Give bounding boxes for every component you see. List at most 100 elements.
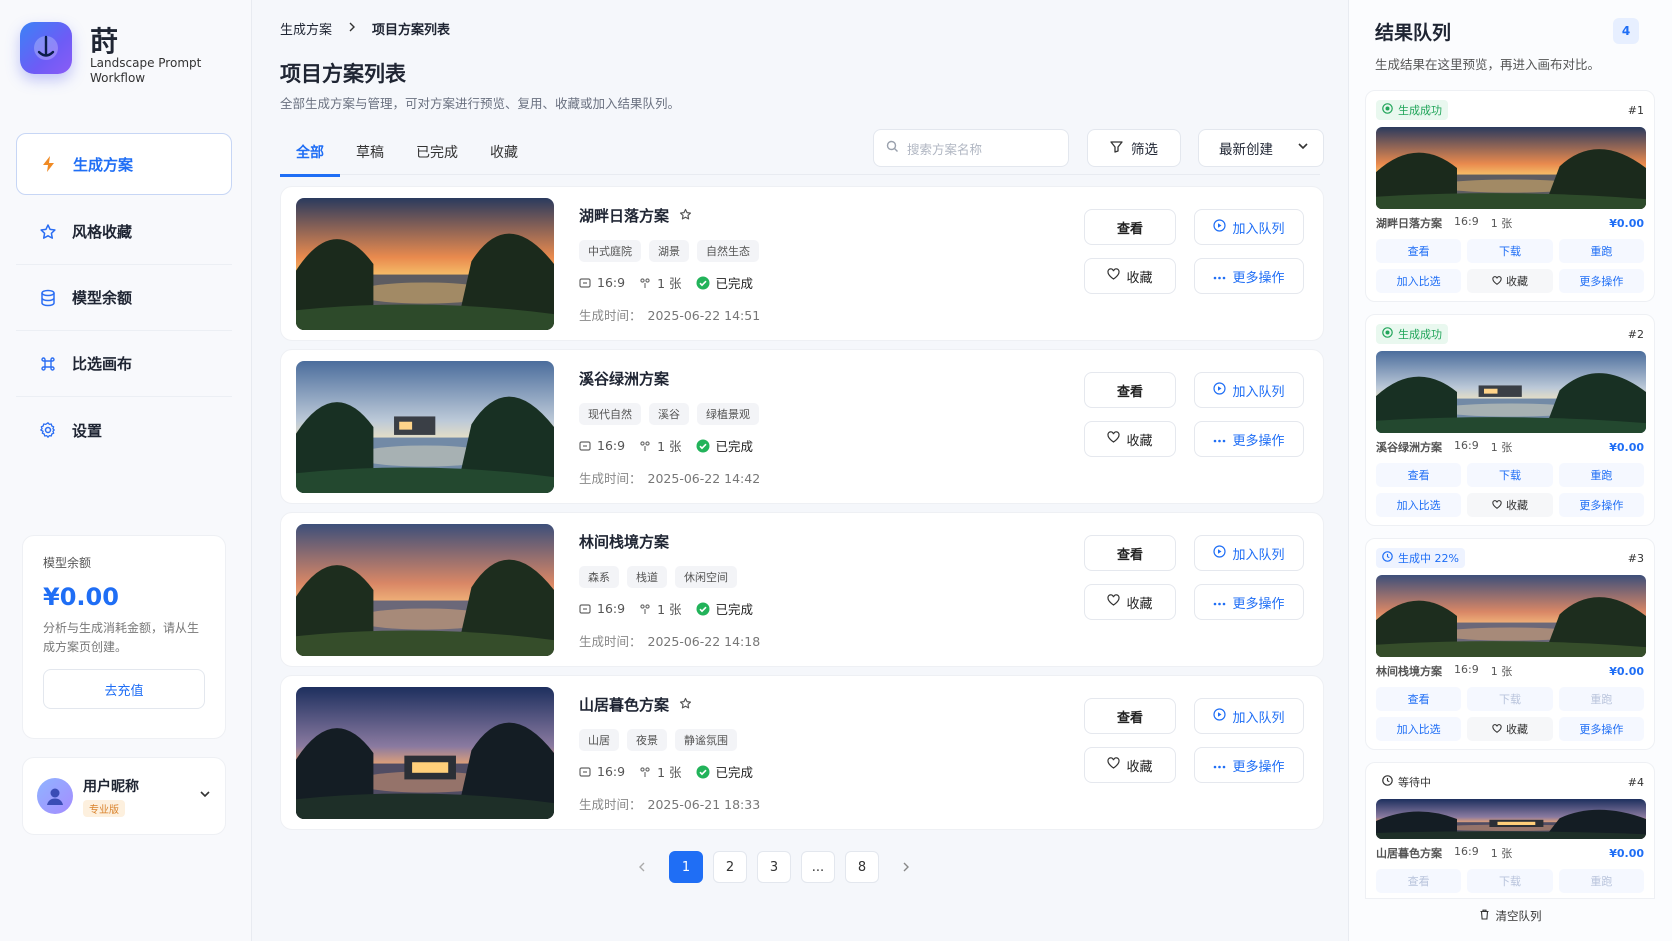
queue-download-button[interactable]: 下载 [1467, 463, 1553, 487]
queue-item-image[interactable] [1376, 799, 1646, 839]
sidebar-item-settings[interactable]: 设置 [16, 397, 232, 463]
clear-queue-button[interactable]: 清空队列 [1365, 898, 1655, 932]
next-page-button[interactable] [889, 851, 923, 883]
heart-icon [1107, 268, 1121, 284]
tag: 自然生态 [697, 240, 759, 262]
queue-more-button[interactable]: 更多操作 [1558, 493, 1644, 517]
time-label: 生成时间： [579, 471, 642, 486]
queue-compare-button[interactable]: 加入比选 [1376, 269, 1462, 293]
queue-favorite-button[interactable]: 收藏 [1467, 717, 1553, 741]
favorite-button[interactable]: 收藏 [1084, 584, 1176, 620]
play-circle-icon [1213, 544, 1227, 562]
search-input[interactable]: 搜索方案名称 [873, 129, 1069, 167]
project-title-line: 湖畔日落方案 [579, 205, 692, 226]
project-thumbnail[interactable] [296, 687, 554, 819]
queue-view-button[interactable]: 查看 [1376, 687, 1462, 711]
add-to-queue-button[interactable]: 加入队列 [1194, 209, 1304, 245]
queue-compare-button[interactable]: 加入比选 [1376, 717, 1462, 741]
more-actions-button[interactable]: 更多操作 [1194, 747, 1304, 783]
created-time: 生成时间： 2025-06-22 14:18 [579, 631, 760, 650]
recharge-button[interactable]: 去充值 [43, 669, 205, 709]
favorite-button[interactable]: 收藏 [1084, 421, 1176, 457]
queue-favorite-button[interactable]: 收藏 [1467, 269, 1553, 293]
queue-item-header: 等待中 #4 [1376, 771, 1644, 793]
project-row[interactable]: 林间栈境方案 森系 栈道 休闲空间 16:9 1 张 已完成 生成时间： 2025-0… [280, 512, 1324, 667]
star-icon[interactable] [679, 696, 692, 714]
more-actions-button[interactable]: 更多操作 [1194, 258, 1304, 294]
view-button[interactable]: 查看 [1084, 698, 1176, 734]
tab-favorites[interactable]: 收藏 [474, 138, 534, 177]
breadcrumb-current: 项目方案列表 [372, 23, 451, 38]
queue-more-button[interactable]: 更多操作 [1558, 269, 1644, 293]
queue-item-name: 山居暮色方案 [1376, 847, 1442, 860]
tab-drafts[interactable]: 草稿 [340, 138, 400, 177]
view-button[interactable]: 查看 [1084, 372, 1176, 408]
page-button[interactable]: 1 [669, 851, 703, 883]
add-to-queue-button[interactable]: 加入队列 [1194, 698, 1304, 734]
project-row[interactable]: 山居暮色方案 山居 夜景 静谧氛围 16:9 1 张 已完成 生成时间： 2025-0… [280, 675, 1324, 830]
project-thumbnail[interactable] [296, 524, 554, 656]
sidebar-item-style-favorites[interactable]: 风格收藏 [16, 199, 232, 265]
queue-item-image[interactable] [1376, 575, 1646, 657]
favorite-button[interactable]: 收藏 [1084, 258, 1176, 294]
queue-more-button[interactable]: 更多操作 [1558, 717, 1644, 741]
favorite-label: 收藏 [1126, 596, 1153, 612]
queue-rerun-button[interactable]: 重跑 [1558, 463, 1644, 487]
queue-view-button[interactable]: 查看 [1376, 239, 1462, 263]
queue-status-text: 等待中 [1398, 776, 1431, 789]
add-to-queue-button[interactable]: 加入队列 [1194, 372, 1304, 408]
queue-rerun-button[interactable]: 重跑 [1558, 239, 1644, 263]
tab-all[interactable]: 全部 [280, 138, 340, 177]
page-button[interactable]: 2 [713, 851, 747, 883]
queue-item-image[interactable] [1376, 351, 1646, 433]
more-actions-button[interactable]: 更多操作 [1194, 584, 1304, 620]
star-icon[interactable] [679, 207, 692, 225]
view-button[interactable]: 查看 [1084, 209, 1176, 245]
project-thumbnail[interactable] [296, 198, 554, 330]
user-menu[interactable]: 用户昵称 专业版 [22, 757, 226, 835]
queue-subtitle: 生成结果在这里预览，再进入画布对比。 [1375, 57, 1601, 72]
play-circle-icon [1213, 218, 1227, 236]
queue-item-actions: 查看 下载 重跑 加入比选 收藏 更多操作 [1376, 463, 1644, 525]
image-count: 1 张 [657, 439, 682, 454]
sidebar-item-model-balance[interactable]: 模型余额 [16, 265, 232, 331]
queue-compare-button[interactable]: 加入比选 [1376, 493, 1462, 517]
filter-button[interactable]: 筛选 [1087, 129, 1181, 167]
more-actions-button[interactable]: 更多操作 [1194, 421, 1304, 457]
aspect-ratio-icon [579, 603, 591, 615]
queue-download-button[interactable]: 下载 [1467, 239, 1553, 263]
command-icon [38, 354, 58, 374]
project-thumbnail[interactable] [296, 361, 554, 493]
project-row[interactable]: 溪谷绿洲方案 现代自然 溪谷 绿植景观 16:9 1 张 已完成 生成时间： 2025… [280, 349, 1324, 504]
queue-item[interactable]: 生成成功 #1 湖畔日落方案 16:9 1 张 ¥0.00 查看 下载 重跑 加入比… [1365, 90, 1655, 302]
queue-favorite-button[interactable]: 收藏 [1467, 493, 1553, 517]
add-to-queue-button[interactable]: 加入队列 [1194, 535, 1304, 571]
prev-page-button[interactable] [625, 851, 659, 883]
sort-select[interactable]: 最新创建 [1198, 129, 1324, 167]
queue-item-image[interactable] [1376, 127, 1646, 209]
queue-item[interactable]: 生成中 22% #3 林间栈境方案 16:9 1 张 ¥0.00 查看 下载 重跑 … [1365, 538, 1655, 750]
queue-download-button[interactable]: 下载 [1467, 687, 1553, 711]
queue-item[interactable]: 生成成功 #2 溪谷绿洲方案 16:9 1 张 ¥0.00 查看 下载 重跑 加入比… [1365, 314, 1655, 526]
sidebar-item-compare-canvas[interactable]: 比选画布 [16, 331, 232, 397]
queue-item-number: #3 [1627, 551, 1644, 565]
tab-completed[interactable]: 已完成 [400, 138, 474, 177]
breadcrumb-item[interactable]: 生成方案 [280, 19, 332, 38]
page-ellipsis[interactable]: ... [801, 851, 835, 883]
app-logo[interactable] [20, 22, 72, 74]
queue-download-button[interactable]: 下载 [1467, 869, 1553, 893]
favorite-label: 收藏 [1126, 759, 1153, 775]
queue-view-button[interactable]: 查看 [1376, 463, 1462, 487]
view-button[interactable]: 查看 [1084, 535, 1176, 571]
page-button[interactable]: 8 [845, 851, 879, 883]
sidebar-item-generate[interactable]: 生成方案 [16, 133, 232, 195]
queue-rerun-button[interactable]: 重跑 [1558, 869, 1644, 893]
queue-rerun-button[interactable]: 重跑 [1558, 687, 1644, 711]
page-button[interactable]: 3 [757, 851, 791, 883]
queue-view-button[interactable]: 查看 [1376, 869, 1462, 893]
queue-item-number: #4 [1627, 775, 1644, 789]
queue-item[interactable]: 等待中 #4 山居暮色方案 16:9 1 张 ¥0.00 查看 下载 重跑 加入比选… [1365, 762, 1655, 898]
heart-icon [1492, 723, 1502, 736]
project-row[interactable]: 湖畔日落方案 中式庭院 湖景 自然生态 16:9 1 张 已完成 生成时间： 2025… [280, 186, 1324, 341]
favorite-button[interactable]: 收藏 [1084, 747, 1176, 783]
